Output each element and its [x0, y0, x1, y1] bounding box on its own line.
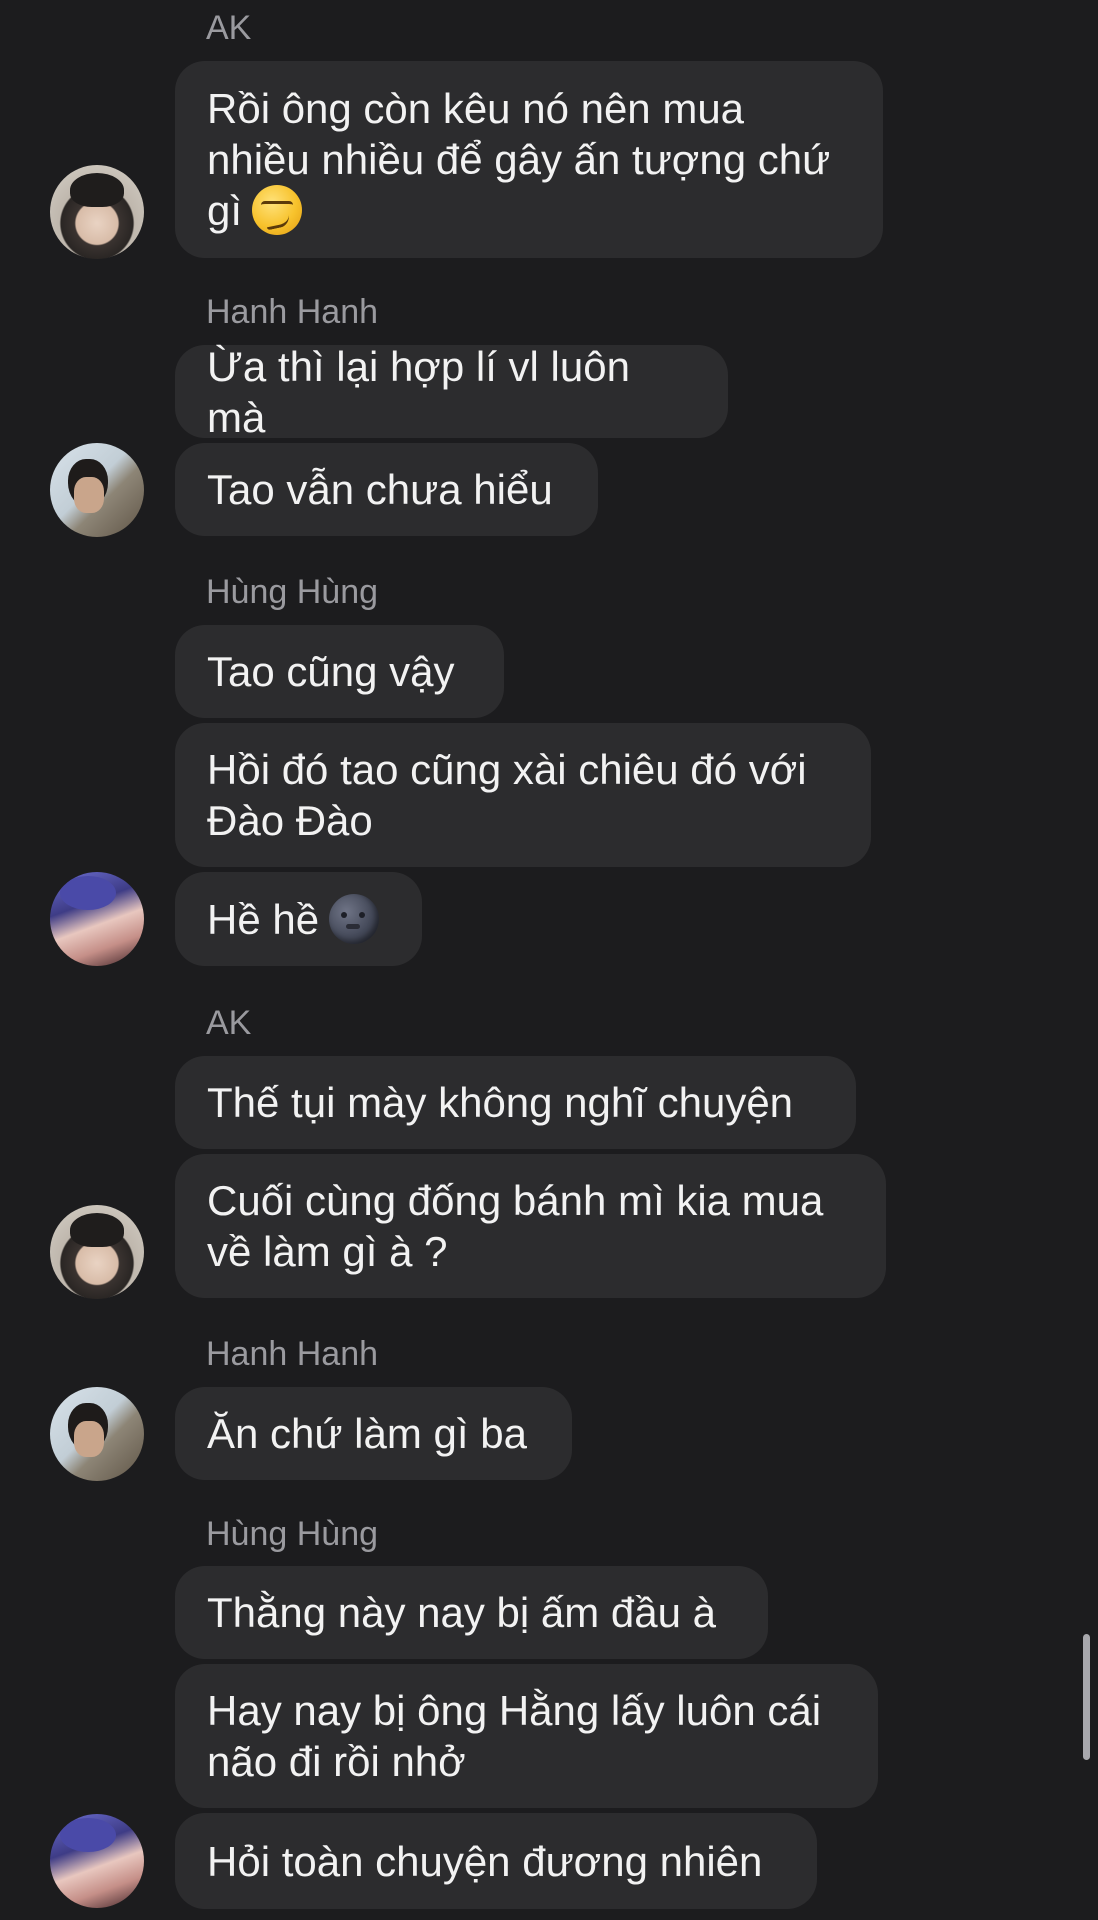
sender-name: AK — [206, 1004, 252, 1042]
message-bubble[interactable]: Hỏi toàn chuyện đương nhiên — [175, 1813, 817, 1909]
message-text: Hồi đó tao cũng xài chiêu đó với Đào Đào — [207, 746, 807, 844]
avatar[interactable] — [50, 1814, 144, 1908]
avatar[interactable] — [50, 1387, 144, 1481]
message-bubble[interactable]: Hay nay bị ông Hằng lấy luôn cái não đi … — [175, 1664, 878, 1808]
message-text: Hay nay bị ông Hằng lấy luôn cái não đi … — [207, 1687, 822, 1785]
message-bubble[interactable]: Cuối cùng đống bánh mì kia mua về làm gì… — [175, 1154, 886, 1298]
sender-name: AK — [206, 9, 252, 47]
message-bubble[interactable]: Hề hề — [175, 872, 422, 966]
message-text: Tao vẫn chưa hiểu — [207, 466, 553, 513]
avatar[interactable] — [50, 165, 144, 259]
scrollbar[interactable] — [1083, 1634, 1090, 1760]
message-bubble[interactable]: Ăn chứ làm gì ba — [175, 1387, 572, 1480]
new-moon-face-icon — [329, 893, 380, 944]
sender-name: Hùng Hùng — [206, 573, 379, 611]
message-text: Ừa thì lại hợp lí vl luôn mà — [207, 342, 630, 441]
message-text: Thế tụi mày không nghĩ chuyện — [207, 1079, 794, 1126]
avatar[interactable] — [50, 872, 144, 966]
sender-name: Hanh Hanh — [206, 293, 379, 331]
message-text: Hỏi toàn chuyện đương nhiên — [207, 1837, 763, 1885]
message-text: Cuối cùng đống bánh mì kia mua về làm gì… — [207, 1177, 824, 1275]
message-text: Hề hề — [207, 893, 390, 945]
message-bubble[interactable]: Ừa thì lại hợp lí vl luôn mà — [175, 343, 728, 441]
message-bubble[interactable]: Tao cũng vậy — [175, 625, 504, 718]
message-bubble[interactable]: Rồi ông còn kêu nó nên mua nhiều nhiều đ… — [175, 61, 883, 258]
sender-name: Hanh Hanh — [206, 1335, 379, 1373]
message-text: Ăn chứ làm gì ba — [207, 1410, 527, 1457]
message-text: Thằng này nay bị ấm đầu à — [207, 1589, 717, 1636]
message-bubble[interactable]: Thế tụi mày không nghĩ chuyện — [175, 1056, 856, 1149]
sender-name: Hùng Hùng — [206, 1515, 379, 1553]
avatar[interactable] — [50, 443, 144, 537]
message-bubble[interactable]: Tao vẫn chưa hiểu — [175, 443, 598, 536]
message-text: Rồi ông còn kêu nó nên mua nhiều nhiều đ… — [207, 85, 831, 235]
avatar[interactable] — [50, 1205, 144, 1299]
message-bubble[interactable]: Thằng này nay bị ấm đầu à — [175, 1566, 768, 1659]
message-bubble[interactable]: Hồi đó tao cũng xài chiêu đó với Đào Đào — [175, 723, 871, 867]
smirking-face-icon — [252, 185, 303, 235]
message-text: Tao cũng vậy — [207, 648, 455, 695]
